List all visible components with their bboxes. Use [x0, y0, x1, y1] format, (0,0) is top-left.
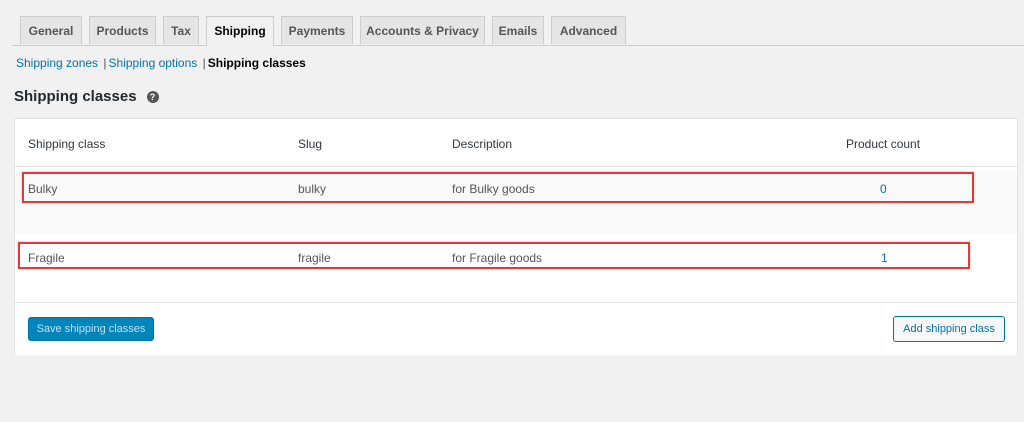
page-title: Shipping classes ?	[14, 88, 159, 105]
shipping-classes-table: Shipping class Slug Description Product …	[14, 118, 1018, 355]
page-title-text: Shipping classes	[14, 88, 137, 105]
subnav-shipping-options[interactable]: Shipping options	[109, 56, 198, 70]
save-shipping-classes-button[interactable]: Save shipping classes	[28, 317, 154, 341]
add-shipping-class-button[interactable]: Add shipping class	[893, 316, 1005, 342]
tab-emails[interactable]: Emails	[492, 16, 544, 44]
help-icon[interactable]: ?	[146, 90, 159, 103]
column-header-shipping-class: Shipping class	[28, 137, 106, 151]
tab-shipping[interactable]: Shipping	[206, 16, 274, 46]
subnav-separator: |	[103, 56, 107, 70]
column-header-product-count: Product count	[846, 137, 921, 151]
tab-payments[interactable]: Payments	[281, 16, 353, 44]
subnav-shipping-zones[interactable]: Shipping zones	[16, 56, 98, 70]
tab-tax[interactable]: Tax	[163, 16, 199, 44]
shipping-subnav: Shipping zones | Shipping options | Shippi…	[16, 56, 306, 70]
subnav-shipping-classes: Shipping classes	[207, 56, 306, 70]
subnav-separator: |	[202, 56, 206, 70]
highlight-box	[18, 242, 970, 269]
table-header: Shipping class Slug Description Product …	[15, 119, 1017, 167]
tabs-divider	[12, 45, 1024, 46]
tab-general[interactable]: General	[20, 16, 82, 44]
row-spacer	[15, 207, 1017, 234]
tab-products[interactable]: Products	[89, 16, 156, 44]
highlight-box	[22, 172, 974, 203]
table-footer: Save shipping classes Add shipping class	[15, 302, 1017, 355]
column-header-slug: Slug	[298, 137, 323, 151]
tab-accounts-privacy[interactable]: Accounts & Privacy	[360, 16, 485, 44]
tab-advanced[interactable]: Advanced	[551, 16, 626, 44]
column-header-description: Description	[452, 137, 513, 151]
